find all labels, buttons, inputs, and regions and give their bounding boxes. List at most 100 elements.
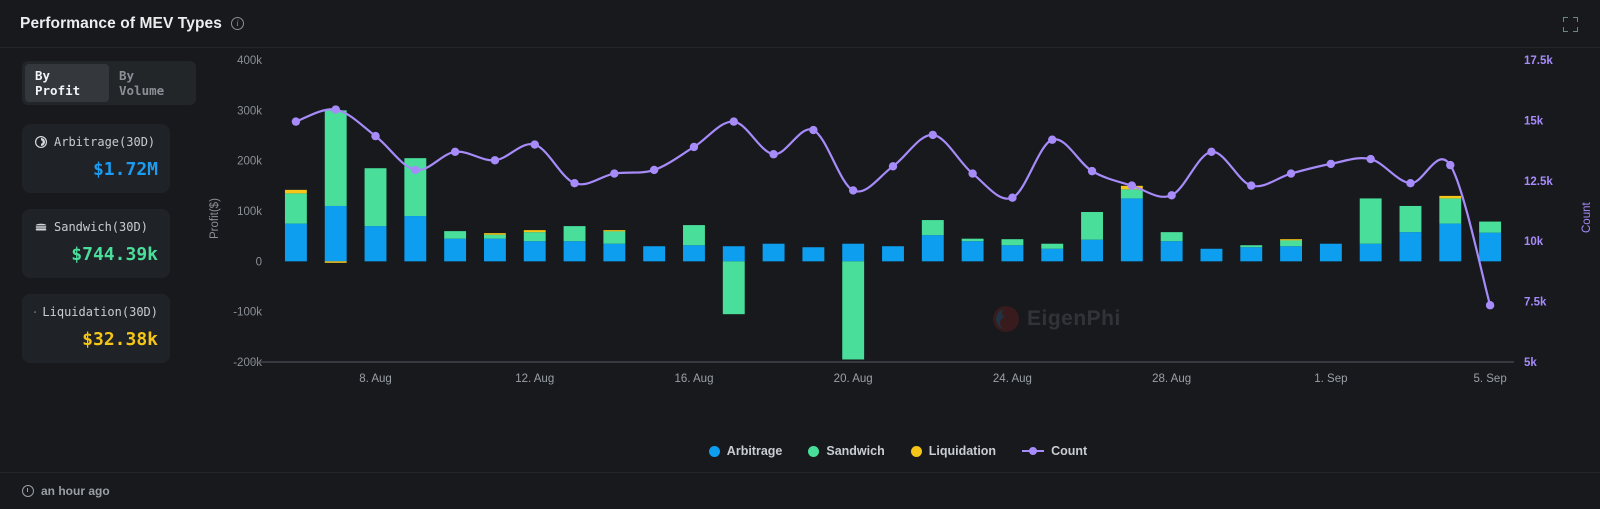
bar-segment-sandwich[interactable] bbox=[1001, 239, 1023, 245]
count-point[interactable] bbox=[1446, 161, 1454, 169]
count-point[interactable] bbox=[730, 117, 738, 125]
bar-segment-sandwich[interactable] bbox=[842, 261, 864, 359]
count-point[interactable] bbox=[491, 156, 499, 164]
bar-group[interactable] bbox=[763, 244, 785, 262]
bar-segment-arbitrage[interactable] bbox=[1320, 244, 1342, 262]
bar-segment-arbitrage[interactable] bbox=[922, 235, 944, 261]
bar-segment-arbitrage[interactable] bbox=[882, 246, 904, 261]
bar-group[interactable] bbox=[1041, 244, 1063, 262]
count-point[interactable] bbox=[809, 126, 817, 134]
bar-segment-arbitrage[interactable] bbox=[365, 226, 387, 261]
bar-segment-arbitrage[interactable] bbox=[683, 245, 705, 261]
bar-group[interactable] bbox=[524, 230, 546, 261]
count-point[interactable] bbox=[849, 186, 857, 194]
legend-item-count[interactable]: Count bbox=[1022, 444, 1087, 458]
bar-segment-arbitrage[interactable] bbox=[404, 216, 426, 261]
bar-segment-arbitrage[interactable] bbox=[723, 246, 745, 261]
bar-segment-arbitrage[interactable] bbox=[325, 206, 347, 261]
count-point[interactable] bbox=[451, 148, 459, 156]
bar-segment-sandwich[interactable] bbox=[723, 261, 745, 314]
bar-group[interactable] bbox=[564, 226, 586, 261]
bar-segment-sandwich[interactable] bbox=[1240, 245, 1262, 247]
count-point[interactable] bbox=[1088, 167, 1096, 175]
bar-group[interactable] bbox=[683, 225, 705, 261]
bar-segment-sandwich[interactable] bbox=[1161, 232, 1183, 241]
count-line[interactable] bbox=[296, 109, 1490, 305]
bar-segment-liquidation[interactable] bbox=[1280, 239, 1302, 240]
bar-segment-arbitrage[interactable] bbox=[842, 244, 864, 262]
bar-segment-sandwich[interactable] bbox=[683, 225, 705, 245]
bar-group[interactable] bbox=[1240, 245, 1262, 261]
bar-segment-sandwich[interactable] bbox=[365, 168, 387, 226]
bar-segment-liquidation[interactable] bbox=[524, 230, 546, 232]
bar-group[interactable] bbox=[842, 244, 864, 360]
bar-segment-arbitrage[interactable] bbox=[484, 239, 506, 262]
bar-group[interactable] bbox=[1360, 198, 1382, 261]
count-point[interactable] bbox=[1486, 301, 1494, 309]
bar-segment-arbitrage[interactable] bbox=[763, 244, 785, 262]
bar-segment-arbitrage[interactable] bbox=[962, 241, 984, 261]
bar-group[interactable] bbox=[1479, 222, 1501, 262]
bar-segment-sandwich[interactable] bbox=[1280, 240, 1302, 246]
count-point[interactable] bbox=[968, 169, 976, 177]
count-point[interactable] bbox=[531, 140, 539, 148]
bar-segment-sandwich[interactable] bbox=[1439, 198, 1461, 223]
bar-group[interactable] bbox=[603, 230, 625, 261]
bar-segment-liquidation[interactable] bbox=[484, 233, 506, 235]
count-point[interactable] bbox=[411, 166, 419, 174]
bar-group[interactable] bbox=[922, 220, 944, 261]
bar-segment-arbitrage[interactable] bbox=[1400, 232, 1422, 261]
bar-group[interactable] bbox=[643, 246, 665, 261]
count-point[interactable] bbox=[1287, 169, 1295, 177]
expand-icon[interactable] bbox=[1563, 17, 1578, 32]
legend-item-liquidation[interactable]: Liquidation bbox=[911, 444, 996, 458]
count-point[interactable] bbox=[929, 131, 937, 139]
bar-segment-arbitrage[interactable] bbox=[1240, 247, 1262, 261]
bar-group[interactable] bbox=[1121, 186, 1143, 262]
bar-group[interactable] bbox=[802, 247, 824, 261]
bar-segment-arbitrage[interactable] bbox=[1280, 246, 1302, 261]
bar-segment-sandwich[interactable] bbox=[444, 231, 466, 239]
count-point[interactable] bbox=[1406, 179, 1414, 187]
count-point[interactable] bbox=[332, 105, 340, 113]
bar-segment-sandwich[interactable] bbox=[484, 235, 506, 239]
bar-segment-arbitrage[interactable] bbox=[444, 239, 466, 262]
count-point[interactable] bbox=[1247, 181, 1255, 189]
bar-group[interactable] bbox=[1439, 196, 1461, 261]
bar-segment-sandwich[interactable] bbox=[1479, 222, 1501, 233]
bar-group[interactable] bbox=[723, 246, 745, 314]
bar-segment-arbitrage[interactable] bbox=[1121, 198, 1143, 261]
mev-performance-chart[interactable]: 400k300k200k100k0-100k-200k17.5k15k12.5k… bbox=[196, 48, 1600, 452]
bar-group[interactable] bbox=[1161, 232, 1183, 261]
bar-group[interactable] bbox=[1280, 239, 1302, 261]
bar-segment-arbitrage[interactable] bbox=[1439, 224, 1461, 262]
count-point[interactable] bbox=[889, 162, 897, 170]
bar-group[interactable] bbox=[484, 233, 506, 261]
count-point[interactable] bbox=[292, 117, 300, 125]
bar-segment-arbitrage[interactable] bbox=[1081, 240, 1103, 262]
bar-group[interactable] bbox=[1320, 244, 1342, 262]
count-point[interactable] bbox=[1128, 181, 1136, 189]
bar-group[interactable] bbox=[325, 110, 347, 263]
tab-by-profit[interactable]: By Profit bbox=[25, 64, 109, 102]
bar-segment-sandwich[interactable] bbox=[1360, 198, 1382, 243]
bar-segment-liquidation[interactable] bbox=[285, 190, 307, 194]
bar-segment-sandwich[interactable] bbox=[1400, 206, 1422, 232]
stat-card-sandwich[interactable]: Sandwich(30D) $744.39k bbox=[22, 209, 170, 278]
info-icon[interactable]: i bbox=[231, 17, 244, 30]
count-point[interactable] bbox=[1207, 148, 1215, 156]
bar-segment-sandwich[interactable] bbox=[1081, 212, 1103, 240]
bar-group[interactable] bbox=[1081, 212, 1103, 261]
count-point[interactable] bbox=[690, 143, 698, 151]
count-point[interactable] bbox=[1008, 194, 1016, 202]
count-point[interactable] bbox=[1167, 191, 1175, 199]
count-point[interactable] bbox=[1366, 155, 1374, 163]
bar-segment-liquidation[interactable] bbox=[1439, 196, 1461, 199]
bar-segment-arbitrage[interactable] bbox=[524, 241, 546, 261]
bar-segment-arbitrage[interactable] bbox=[1479, 233, 1501, 262]
bar-segment-arbitrage[interactable] bbox=[603, 244, 625, 262]
count-point[interactable] bbox=[650, 166, 658, 174]
bar-segment-sandwich[interactable] bbox=[524, 232, 546, 241]
count-point[interactable] bbox=[769, 150, 777, 158]
bar-segment-arbitrage[interactable] bbox=[1201, 249, 1223, 262]
